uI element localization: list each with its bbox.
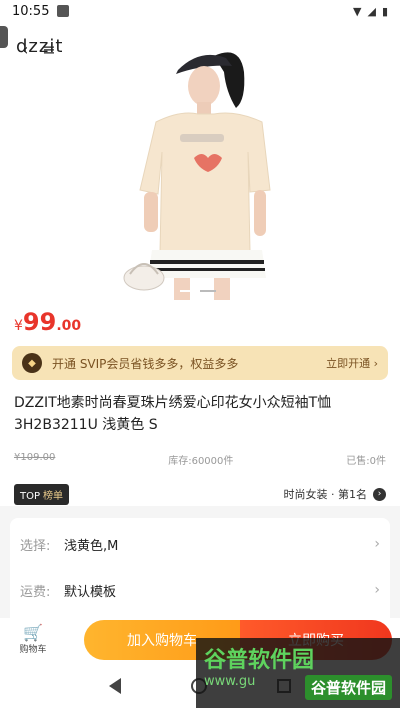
cart-button[interactable]: 🛒 购物车	[16, 623, 50, 656]
product-title-line2: 3H2B3211U 浅黄色 S	[14, 417, 158, 433]
svip-text: 开通 SVIP会员省钱多多，权益多多	[52, 356, 239, 371]
option-key: 选择:	[20, 538, 51, 554]
option-row-spec[interactable]: 选择: 浅黄色,M ›	[20, 532, 380, 556]
option-value: 浅黄色,M	[64, 538, 119, 554]
notification-icon	[57, 5, 70, 17]
svip-open-link[interactable]: 立即开通 ›	[326, 355, 378, 371]
watermark-tag: 谷普软件园	[304, 675, 392, 700]
sold-count: 已售:0件	[346, 456, 386, 467]
signal-icon: ◢	[367, 4, 376, 18]
floating-tab[interactable]	[0, 26, 8, 48]
stock-count: 库存:60000件	[168, 456, 234, 467]
battery-icon: ▮	[381, 4, 388, 18]
wifi-icon: ▼	[353, 4, 362, 18]
chevron-right-icon: ›	[374, 536, 380, 552]
status-time: 10:55	[12, 3, 50, 19]
option-key: 运费:	[20, 584, 51, 600]
product-price: ¥99.00	[14, 308, 81, 336]
pager-dot-active	[180, 290, 196, 292]
pager-dot	[200, 290, 216, 292]
cart-label: 购物车	[19, 645, 47, 655]
image-pager	[180, 290, 216, 292]
menu-icon[interactable]: ≡	[42, 40, 55, 59]
product-title: DZZIT地素时尚春夏珠片绣爱心印花女小众短袖T恤 3H2B3211U 浅黄色 …	[14, 392, 386, 436]
chevron-right-icon: ›	[374, 582, 380, 598]
back-arrow-icon[interactable]: ‹	[22, 40, 28, 59]
watermark-title: 谷普软件园	[204, 648, 315, 673]
rank-category: 时尚女装 · 第1名	[283, 488, 368, 501]
price-integer: 99	[22, 308, 57, 336]
currency-symbol: ¥	[14, 318, 23, 334]
top-label: TOP	[20, 490, 41, 502]
status-bar: 10:55 ▼ ◢ ▮	[0, 0, 400, 22]
site-watermark: 谷普软件园 www.gu 谷普软件园	[196, 638, 400, 708]
model-photo	[123, 52, 271, 300]
cart-icon: 🛒	[23, 623, 43, 642]
chevron-right-icon[interactable]: ›	[373, 487, 386, 501]
product-title-line1: DZZIT地素时尚春夏珠片绣爱心印花女小众短袖T恤	[14, 395, 332, 411]
original-price: ¥109.00	[14, 452, 56, 463]
ranking-row[interactable]: TOP 榜单 时尚女装 · 第1名 ›	[14, 483, 386, 505]
options-card: 选择: 浅黄色,M › 运费: 默认模板 ›	[10, 518, 390, 618]
top-rank-badge: TOP 榜单	[14, 483, 70, 505]
option-value: 默认模板	[64, 584, 117, 600]
product-image[interactable]	[0, 22, 400, 300]
rank-label: 榜单	[43, 490, 64, 502]
product-meta: ¥109.00 库存:60000件 已售:0件	[14, 452, 386, 467]
price-decimal: .00	[56, 318, 82, 334]
status-icons: ▼ ◢ ▮	[353, 5, 388, 18]
nav-back-icon[interactable]	[109, 678, 121, 694]
svip-banner[interactable]: ◆ 开通 SVIP会员省钱多多，权益多多 立即开通 ›	[12, 346, 388, 380]
top-nav-icons: ‹ ≡	[22, 40, 56, 59]
diamond-icon: ◆	[22, 353, 42, 373]
option-row-shipping[interactable]: 运费: 默认模板 ›	[20, 578, 380, 602]
